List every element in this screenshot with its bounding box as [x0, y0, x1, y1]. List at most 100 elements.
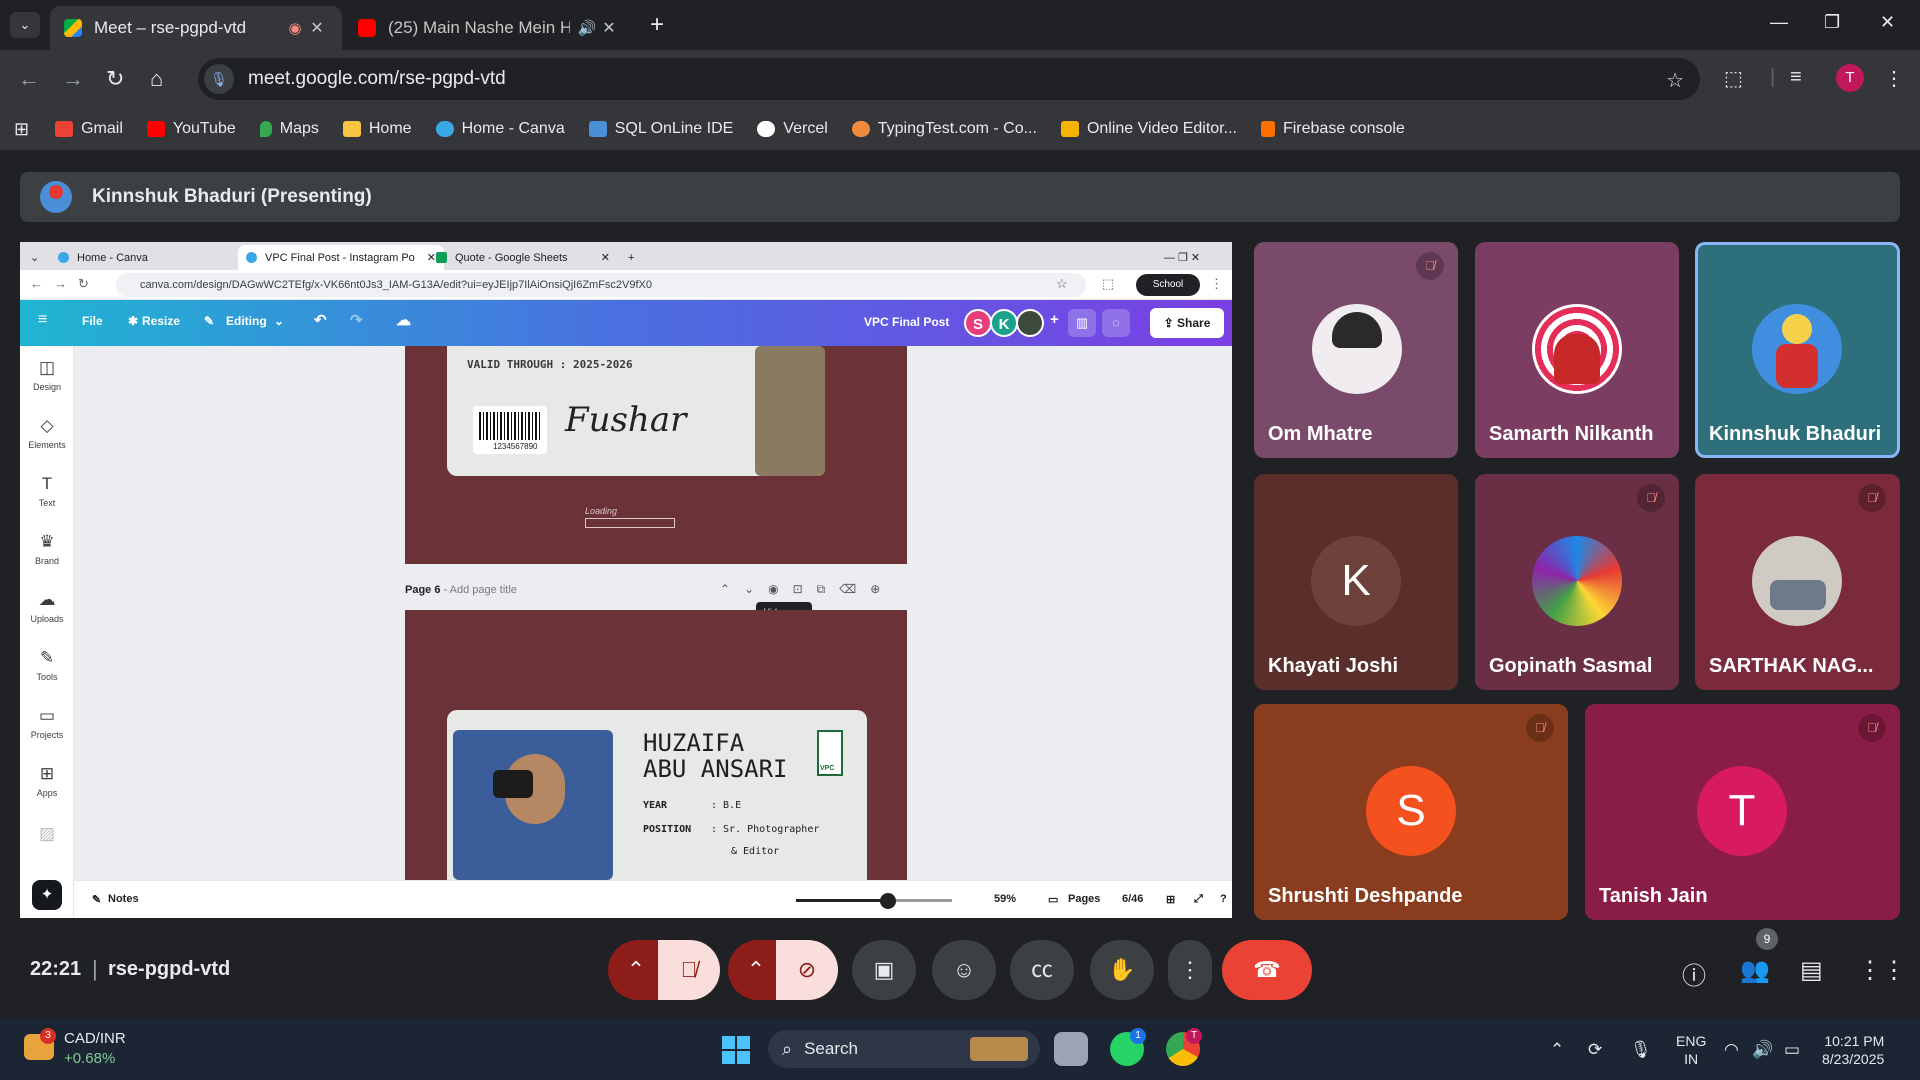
bookmarks-bar: ⊞ Gmail YouTube Maps Home Home - Canva S…: [0, 108, 1920, 150]
signature: Fushar: [565, 400, 687, 440]
sync-icon[interactable]: ⟳: [1588, 1040, 1602, 1060]
sidebar-item-tools: ✎ Tools: [20, 648, 74, 682]
meeting-info-icon[interactable]: ⓘ: [1682, 956, 1706, 991]
youtube-favicon-icon: [358, 19, 376, 37]
ticker-name: CAD/INR: [64, 1030, 126, 1047]
youtube-icon: [146, 121, 165, 137]
raise-hand-button[interactable]: ✋: [1090, 940, 1154, 1000]
canva-resize-menu: Resize: [142, 314, 181, 328]
extensions-icon[interactable]: ⬚: [1724, 66, 1743, 91]
close-tab-icon[interactable]: ✕: [306, 18, 328, 38]
people-icon[interactable]: 👥: [1740, 956, 1770, 985]
windows-start-icon[interactable]: [722, 1036, 750, 1064]
fullscreen-icon: ⤢: [1194, 893, 1203, 905]
name-line-2: ABU ANSARI: [643, 755, 788, 783]
address-bar[interactable]: 🎙 meet.google.com/rse-pgpd-vtd ☆: [198, 58, 1700, 100]
page-count: 6/46: [1122, 893, 1144, 905]
sidebar-item-elements: ◇ Elements: [20, 416, 74, 450]
maps-pin-icon: [259, 121, 272, 137]
tab-youtube[interactable]: (25) Main Nashe Mein Hun 🔊 ✕: [344, 6, 634, 50]
close-tab-icon: ✕: [600, 252, 610, 264]
back-icon[interactable]: ←: [18, 66, 40, 92]
mic-permission-icon[interactable]: 🎙: [204, 64, 234, 94]
participant-tile-tanish-jain[interactable]: T 🎙̸ Tanish Jain: [1585, 704, 1900, 920]
bookmark-label: Vercel: [783, 120, 828, 137]
chat-icon[interactable]: ▤: [1800, 956, 1823, 985]
year-row: YEAR: B.E: [643, 800, 741, 811]
bookmark-firebase[interactable]: Firebase console: [1260, 120, 1405, 138]
tab-meet[interactable]: Meet – rse-pgpd-vtd ◉ ✕: [50, 6, 342, 50]
participant-tile-kinnshuk-bhaduri[interactable]: Kinnshuk Bhaduri: [1695, 242, 1900, 458]
file-explorer-icon[interactable]: [1054, 1032, 1088, 1066]
language-indicator[interactable]: ENG IN: [1676, 1032, 1706, 1068]
taskbar-search[interactable]: ⌕ Search: [768, 1030, 1040, 1068]
bookmark-maps[interactable]: Maps: [259, 120, 319, 138]
bookmark-youtube[interactable]: YouTube: [146, 120, 236, 138]
microphone-tray-icon[interactable]: 🎙: [1630, 1040, 1652, 1060]
audio-playing-icon[interactable]: 🔊: [576, 19, 598, 37]
activities-grid-icon[interactable]: ⋮⋮: [1858, 956, 1906, 985]
shared-tab-title: Quote - Google Sheets: [455, 251, 568, 264]
captions-button[interactable]: ㏄: [1010, 940, 1074, 1000]
volume-icon[interactable]: 🔊: [1752, 1040, 1773, 1060]
reload-icon[interactable]: ↻: [106, 66, 124, 92]
search-icon: ⌕: [782, 1038, 793, 1059]
bookmark-online-video-editor[interactable]: Online Video Editor...: [1060, 120, 1237, 138]
more-options-button[interactable]: ⋮: [1168, 940, 1212, 1000]
show-hidden-icons[interactable]: ⌃: [1550, 1040, 1564, 1060]
sheets-icon: [436, 252, 447, 263]
hide-page-icon: ◉: [768, 582, 779, 596]
participant-tile-khayati-joshi[interactable]: K Khayati Joshi: [1254, 474, 1458, 690]
present-screen-button[interactable]: ▣: [852, 940, 916, 1000]
restore-icon[interactable]: ❐: [1824, 12, 1840, 33]
close-tab-icon[interactable]: ✕: [598, 18, 620, 38]
position-row-2: & Editor: [731, 846, 780, 857]
participant-name: SARTHAK NAG...: [1709, 655, 1874, 677]
bookmark-sql-online-ide[interactable]: SQL OnLine IDE: [588, 120, 733, 138]
participant-tile-samarth-nilkanth[interactable]: Samarth Nilkanth: [1475, 242, 1679, 458]
bookmark-home-canva[interactable]: Home - Canva: [435, 120, 565, 138]
bookmark-vercel[interactable]: Vercel: [757, 120, 828, 138]
participant-tile-om-mhatre[interactable]: 🎙̸ Om Mhatre: [1254, 242, 1458, 458]
upload-icon: ☁: [38, 590, 56, 609]
reactions-button[interactable]: ☺: [932, 940, 996, 1000]
forward-icon[interactable]: →: [62, 66, 84, 92]
mic-off-button[interactable]: 🎙̸: [658, 940, 720, 1000]
shared-tab-title: Home - Canva: [77, 251, 148, 264]
wifi-icon[interactable]: ◠: [1724, 1040, 1739, 1060]
sidebar-label: Brand: [34, 556, 60, 566]
camera-off-button[interactable]: ⊘: [776, 940, 838, 1000]
new-tab-button[interactable]: +: [650, 11, 664, 39]
bookmark-star-icon[interactable]: ☆: [1666, 68, 1684, 93]
extensions-icon: ⬚: [1102, 276, 1115, 291]
tab-search-button[interactable]: ⌄: [10, 12, 40, 38]
home-icon[interactable]: ⌂: [150, 66, 163, 92]
system-clock[interactable]: 10:21 PM 8/23/2025: [1822, 1032, 1884, 1068]
apps-grid-icon[interactable]: ⊞: [14, 119, 29, 140]
firebase-icon: [1260, 121, 1275, 137]
search-highlight-image: [970, 1037, 1028, 1061]
leave-call-button[interactable]: ☎: [1222, 940, 1312, 1000]
close-window-icon[interactable]: ✕: [1880, 12, 1895, 33]
battery-icon[interactable]: ▭: [1784, 1040, 1800, 1060]
folder-icon: ▭: [38, 706, 56, 725]
participant-tile-sarthak-nag[interactable]: 🎙̸ SARTHAK NAG...: [1695, 474, 1900, 690]
bookmark-home[interactable]: Home: [342, 120, 412, 138]
add-collaborator-icon: +: [1050, 311, 1059, 328]
minimize-icon[interactable]: —: [1770, 12, 1788, 33]
profile-avatar[interactable]: T: [1836, 64, 1864, 92]
zoom-slider-fill: [796, 899, 889, 902]
participant-initial-avatar: K: [1311, 536, 1401, 626]
bookmark-typingtest[interactable]: TypingTest.com - Co...: [851, 120, 1037, 138]
bookmark-gmail[interactable]: Gmail: [55, 120, 123, 138]
insights-icon: ▥: [1068, 309, 1096, 337]
comments-icon: ◌: [1102, 309, 1130, 337]
chrome-menu-icon[interactable]: ⋮: [1884, 66, 1904, 91]
participant-name: Tanish Jain: [1599, 885, 1708, 907]
audio-options-button[interactable]: ⌃: [608, 940, 664, 1000]
media-control-icon[interactable]: ≡: [1790, 66, 1802, 89]
zoom-slider-knob: [880, 893, 897, 909]
participant-tile-shrushti-deshpande[interactable]: S 🎙̸ Shrushti Deshpande: [1254, 704, 1568, 920]
participant-tile-gopinath-sasmal[interactable]: 🎙̸ Gopinath Sasmal: [1475, 474, 1679, 690]
shared-tab-menu-icon: ⌄: [30, 252, 40, 264]
